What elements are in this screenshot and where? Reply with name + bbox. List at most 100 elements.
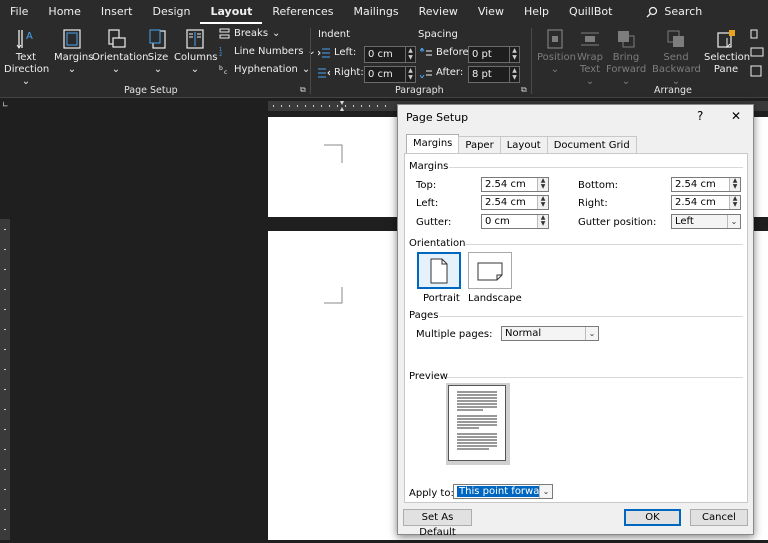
menu-mailings[interactable]: Mailings [344, 0, 409, 24]
gutter-label: Gutter: [416, 217, 452, 228]
menu-quillbot[interactable]: QuillBot [559, 0, 622, 24]
svg-text:A: A [26, 31, 33, 42]
align-group-icons[interactable] [750, 28, 766, 82]
page-setup-launcher-icon[interactable]: ⧉ [300, 85, 306, 95]
columns-button[interactable]: Columns ⌄ [174, 28, 218, 76]
spacing-after-input[interactable]: 8 pt ▲ ▼ [468, 66, 520, 83]
orientation-button[interactable]: Orientation ⌄ [92, 28, 149, 76]
tab-document-grid[interactable]: Document Grid [546, 136, 637, 153]
margins-label: Margins [54, 52, 94, 63]
vertical-ruler[interactable] [0, 219, 10, 540]
cancel-button[interactable]: Cancel [690, 509, 748, 526]
indent-right-label: Right: [318, 67, 364, 78]
orientation-label: Orientation [92, 52, 149, 63]
divider [465, 244, 743, 245]
ok-button[interactable]: OK [624, 509, 681, 526]
size-icon [149, 29, 166, 49]
apply-to-select[interactable]: This point forward ⌄ [453, 484, 553, 499]
bottom-margin-input[interactable]: 2.54 cm ▲ ▼ [671, 177, 741, 192]
menu-insert[interactable]: Insert [91, 0, 143, 24]
position-label: Position [537, 52, 576, 63]
margin-corner-mark [324, 287, 343, 304]
ruler-ticks [4, 229, 6, 530]
svg-text:c: c [224, 69, 227, 75]
menu-review[interactable]: Review [409, 0, 468, 24]
line-numbers-button[interactable]: 12 Line Numbers ⌄ [219, 46, 316, 57]
chevron-down-icon: ⌄ [111, 64, 121, 75]
chevron-down-icon: ⌄ [153, 64, 163, 75]
menu-home[interactable]: Home [38, 0, 90, 24]
wrap-text-button[interactable]: Wrap Text ⌄ [575, 28, 605, 88]
send-backward-button[interactable]: Send Backward ⌄ [652, 28, 701, 88]
align-icon [750, 29, 764, 77]
indent-left-label: Left: [318, 47, 356, 58]
chevron-down-icon: ⌄ [67, 64, 77, 75]
preview-text-lines [457, 391, 497, 450]
margins-tab-pane: Margins Top: 2.54 cm ▲ ▼ Bottom: 2.54 cm ▲ ▼… [404, 153, 748, 503]
selection-pane-button[interactable]: Selection Pane [704, 28, 751, 76]
size-label: Size [147, 52, 169, 63]
top-margin-input[interactable]: 2.54 cm ▲ ▼ [481, 177, 549, 192]
chevron-down-icon: ⌄ [585, 327, 598, 340]
breaks-button[interactable]: Breaks ⌄ [219, 28, 280, 39]
menu-layout[interactable]: Layout [200, 0, 263, 24]
portrait-icon [430, 258, 448, 284]
gutter-input[interactable]: 0 cm ▲ ▼ [481, 214, 549, 229]
divider [449, 167, 743, 168]
hyphenation-button[interactable]: bc Hyphenation ⌄ [219, 64, 310, 75]
right-label: Right: [578, 198, 608, 209]
bring-forward-button[interactable]: Bring Forward ⌄ [606, 28, 646, 88]
chevron-down-icon: ⌄ [190, 64, 200, 75]
left-label: Left: [416, 198, 439, 209]
indent-left-input[interactable]: 0 cm ▲ ▼ [364, 46, 416, 63]
paragraph-launcher-icon[interactable]: ⧉ [521, 85, 527, 95]
margins-button[interactable]: Margins ⌄ [54, 28, 94, 76]
menu-references[interactable]: References [262, 0, 343, 24]
search-label: Search [664, 5, 703, 18]
selection-pane-label-1: Selection [704, 52, 751, 63]
right-margin-input[interactable]: 2.54 cm ▲ ▼ [671, 195, 741, 210]
help-icon[interactable]: ? [697, 109, 703, 123]
menu-file[interactable]: File [0, 0, 38, 24]
size-button[interactable]: Size ⌄ [144, 28, 172, 76]
left-margin-input[interactable]: 2.54 cm ▲ ▼ [481, 195, 549, 210]
landscape-icon [477, 262, 503, 281]
landscape-button[interactable] [468, 252, 512, 289]
set-as-default-button[interactable]: Set As Default [403, 509, 472, 538]
pages-section-label: Pages [409, 310, 439, 321]
tab-margins[interactable]: Margins [406, 134, 460, 153]
wrap-text-icon [581, 32, 599, 46]
text-direction-icon: A [16, 30, 33, 49]
text-direction-button[interactable]: A Text Direction ⌄ [4, 28, 49, 88]
divider [447, 377, 743, 378]
menu-design[interactable]: Design [142, 0, 200, 24]
search-box[interactable]: Search [636, 0, 712, 24]
top-label: Top: [416, 180, 437, 191]
orientation-section-label: Orientation [409, 238, 466, 249]
paragraph-group-label: Paragraph [395, 85, 444, 96]
columns-label: Columns [174, 52, 218, 63]
bring-forward-icon [618, 31, 635, 48]
gutter-position-select[interactable]: Left ⌄ [671, 214, 741, 229]
indent-right-icon [318, 68, 330, 77]
menu-help[interactable]: Help [514, 0, 559, 24]
arrange-group-label: Arrange [654, 85, 692, 96]
spacing-before-input[interactable]: 0 pt ▲ ▼ [468, 46, 520, 63]
position-icon [547, 29, 563, 49]
menu-view[interactable]: View [468, 0, 514, 24]
tab-paper[interactable]: Paper [458, 136, 501, 153]
gutter-position-label: Gutter position: [578, 217, 657, 228]
multiple-pages-select[interactable]: Normal ⌄ [501, 326, 599, 341]
tab-layout[interactable]: Layout [499, 136, 548, 153]
close-icon[interactable]: ✕ [731, 109, 741, 123]
orientation-icon [108, 29, 126, 48]
selection-pane-icon [717, 30, 735, 49]
position-button[interactable]: Position ⌄ [537, 28, 576, 76]
send-backward-label-1: Send [663, 52, 689, 63]
ruler-tab-selector[interactable]: ∟ [2, 100, 10, 109]
spacing-after-icon [420, 70, 432, 78]
chevron-down-icon: ⌄ [550, 64, 560, 75]
indent-right-input[interactable]: 0 cm ▲ ▼ [364, 66, 416, 83]
spacing-after-label: After: [420, 67, 463, 78]
portrait-button[interactable] [417, 252, 461, 289]
